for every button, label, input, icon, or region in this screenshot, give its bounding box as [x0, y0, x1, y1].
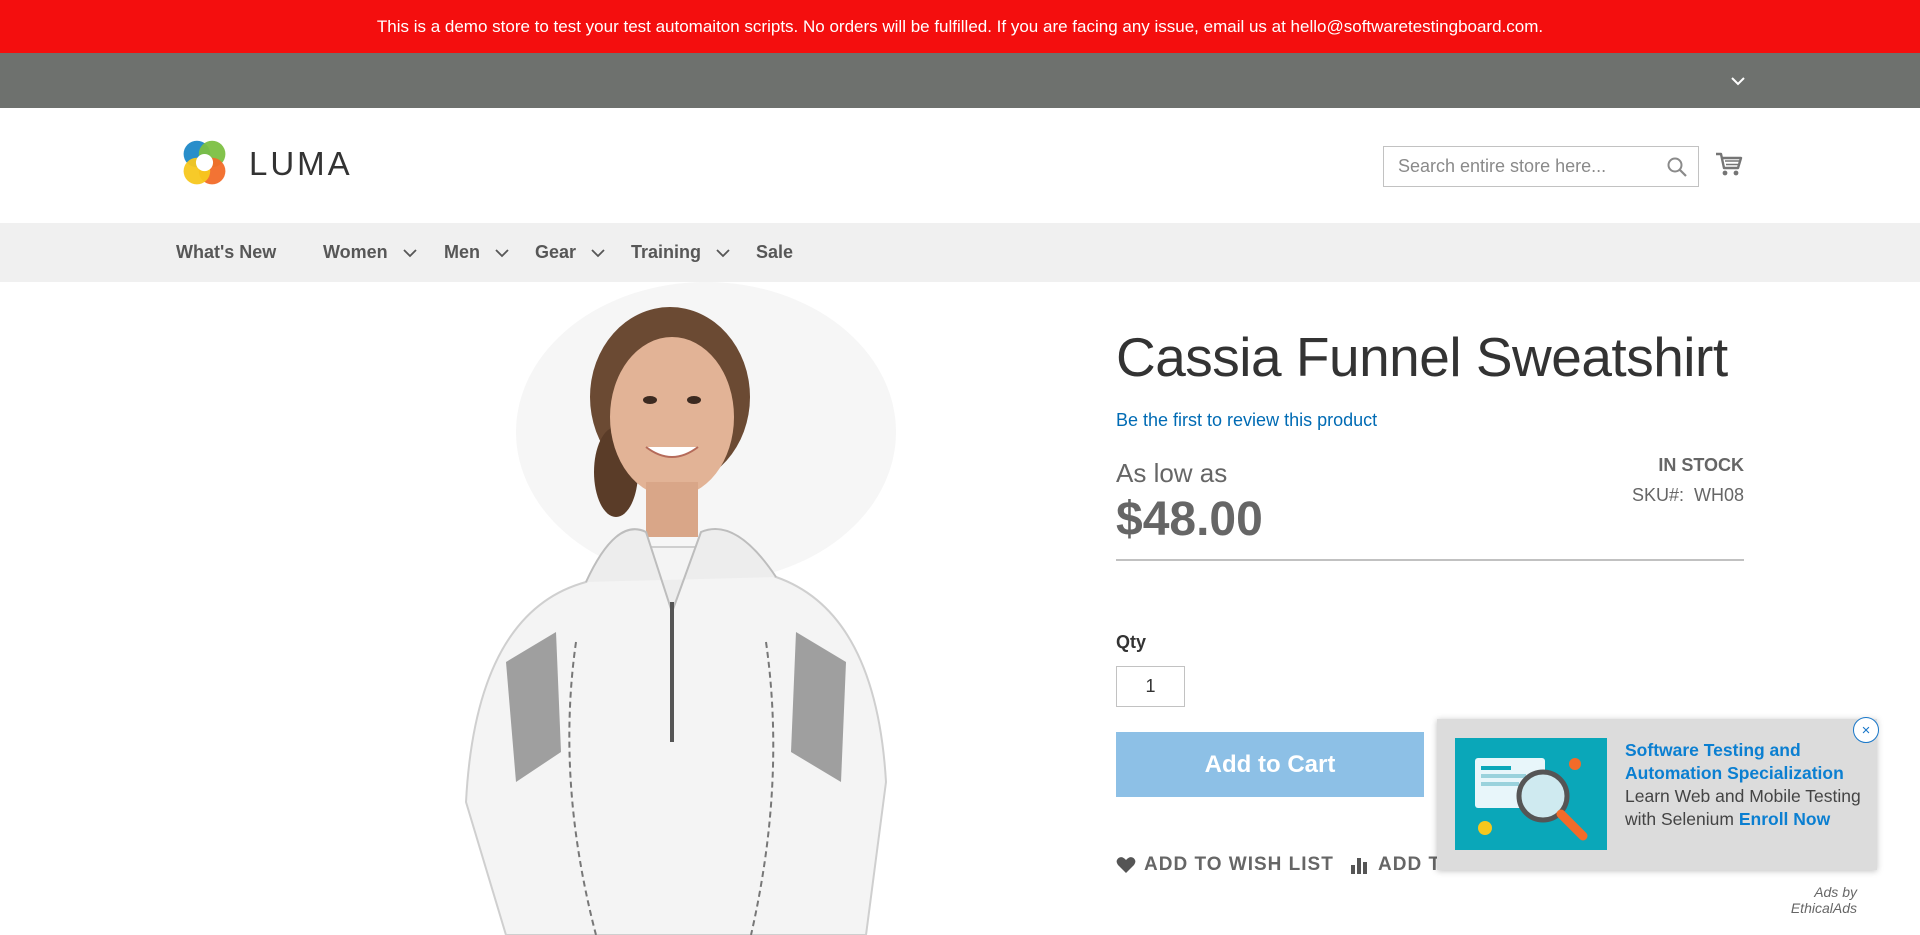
divider — [1116, 559, 1744, 561]
chevron-down-icon — [591, 248, 605, 257]
logo[interactable]: LUMA — [176, 135, 353, 192]
qty-input[interactable] — [1116, 666, 1185, 707]
luma-logo-icon — [183, 140, 226, 185]
nav-item-whats-new[interactable]: What's New — [176, 223, 276, 282]
add-to-cart-button[interactable]: Add to Cart — [1116, 732, 1424, 797]
nav-item-label: Sale — [756, 242, 794, 262]
search-icon[interactable] — [1666, 156, 1688, 178]
stock-status: IN STOCK — [1658, 455, 1744, 475]
ad-title[interactable]: Software Testing and Automation Speciali… — [1625, 740, 1844, 783]
bar-chart-icon — [1351, 858, 1367, 874]
add-to-wish-list-link[interactable]: ADD TO WISH LIST — [1116, 854, 1334, 876]
sku-label: SKU#: — [1631, 485, 1684, 505]
main-nav: What's New Women Men Gear Training Sale — [0, 223, 1920, 282]
search-box[interactable] — [1383, 146, 1699, 187]
product-image[interactable] — [176, 282, 1096, 935]
nav-item-men[interactable]: Men — [444, 223, 510, 282]
ad-cta[interactable]: Enroll Now — [1739, 809, 1830, 829]
logo-text: LUMA — [249, 144, 353, 182]
chevron-down-icon — [403, 248, 417, 257]
nav-item-label: Men — [444, 242, 480, 262]
product-gallery[interactable] — [176, 282, 1096, 935]
nav-item-label: What's New — [176, 242, 277, 262]
as-low-as-label: As low as — [1116, 458, 1228, 488]
demo-notice-bar: This is a demo store to test your test a… — [0, 0, 1920, 53]
close-icon[interactable]: × — [1853, 717, 1879, 743]
chevron-down-icon — [716, 248, 730, 257]
chevron-down-icon — [1731, 77, 1745, 86]
product-title: Cassia Funnel Sweatshirt — [1116, 326, 1728, 388]
ad-credit[interactable]: Ads by EthicalAds — [1747, 884, 1857, 916]
chevron-down-icon — [495, 248, 509, 257]
ad-image[interactable] — [1455, 738, 1607, 850]
search-input[interactable] — [1396, 148, 1666, 185]
ad-popup[interactable]: Software Testing and Automation Speciali… — [1437, 719, 1877, 870]
nav-item-gear[interactable]: Gear — [535, 223, 606, 282]
nav-item-label: Training — [631, 242, 702, 262]
nav-item-label: Women — [323, 242, 388, 262]
nav-item-women[interactable]: Women — [323, 223, 418, 282]
qty-label: Qty — [1116, 632, 1147, 652]
product-price: $48.00 — [1116, 493, 1263, 546]
panel-header — [0, 53, 1920, 108]
cart-icon[interactable] — [1714, 149, 1744, 179]
panel-toggle[interactable] — [1727, 70, 1749, 92]
ad-text[interactable]: Software Testing and Automation Speciali… — [1625, 739, 1865, 831]
wish-list-label: ADD TO WISH LIST — [1144, 854, 1334, 875]
nav-item-sale[interactable]: Sale — [756, 223, 793, 282]
review-link[interactable]: Be the first to review this product — [1116, 410, 1377, 431]
sku-value: WH08 — [1693, 485, 1744, 505]
demo-notice-text: This is a demo store to test your test a… — [376, 16, 1544, 36]
heart-icon — [1116, 857, 1136, 873]
nav-item-label: Gear — [535, 242, 577, 262]
sku: SKU#: WH08 — [1560, 485, 1744, 506]
nav-item-training[interactable]: Training — [631, 223, 731, 282]
